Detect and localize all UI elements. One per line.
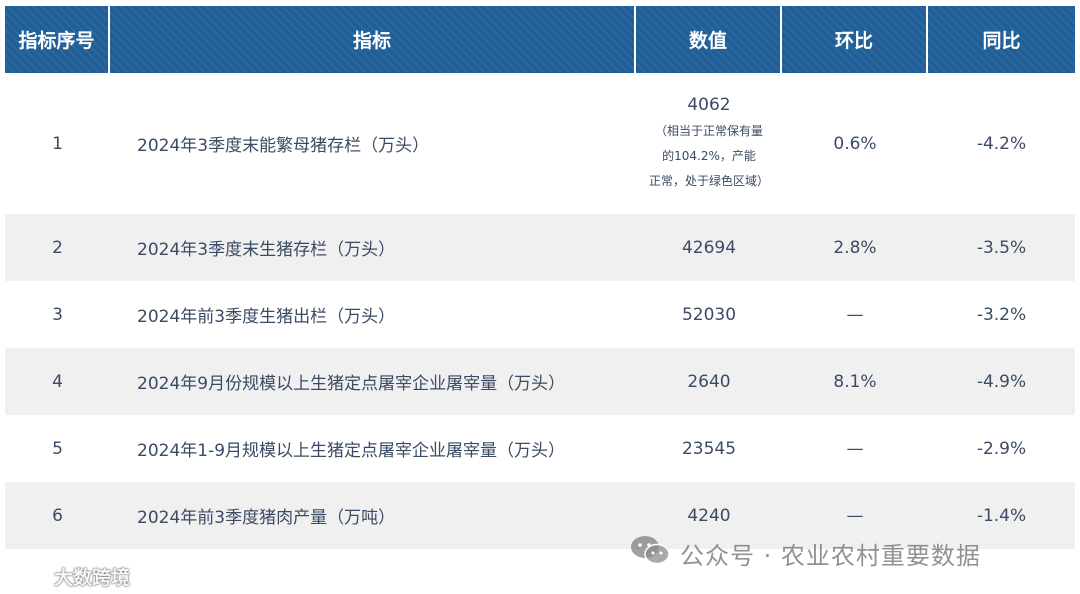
row-mom: 8.1% xyxy=(782,348,928,415)
row-index: 4 xyxy=(5,348,110,415)
row-index: 5 xyxy=(52,438,63,459)
row-index: 6 xyxy=(5,482,110,549)
header-indicator: 指标 xyxy=(110,6,636,73)
row-value: 23545 xyxy=(681,438,737,459)
row-indicator: 2024年3季度末能繁母猪存栏（万头） xyxy=(137,136,430,156)
row-indicator: 2024年前3季度生猪出栏（万头） xyxy=(137,307,396,327)
row-indicator: 2024年1-9月规模以上生猪定点屠宰企业屠宰量（万头） xyxy=(137,441,566,461)
wechat-icon xyxy=(628,533,672,573)
account-watermark: 公众号 · 农业农村重要数据 xyxy=(628,533,981,573)
header-value: 数值 xyxy=(636,6,782,73)
value-number: 4062 xyxy=(687,95,731,115)
row-yoy: -3.5% xyxy=(928,214,1075,281)
row-indicator: 2024年前3季度猪肉产量（万吨） xyxy=(110,482,636,549)
value-note: （相当于正常保有量 的104.2%，产能 正常，处于绿色区域） xyxy=(648,124,769,188)
row-value: 4062 （相当于正常保有量 的104.2%，产能 正常，处于绿色区域） xyxy=(636,73,782,214)
account-watermark-text: 公众号 · 农业农村重要数据 xyxy=(680,541,981,570)
row-yoy: -2.9% xyxy=(976,438,1027,459)
row-index: 2 xyxy=(5,214,110,281)
row-yoy: -3.2% xyxy=(976,304,1027,325)
row-value: 42694 xyxy=(636,214,782,281)
row-yoy: -4.2% xyxy=(976,133,1027,154)
table-row: 1 2024年3季度末能繁母猪存栏（万头） 4062 （相当于正常保有量 的104… xyxy=(5,73,1075,214)
brand-watermark: 大数跨境 xyxy=(10,562,130,591)
row-indicator: 2024年9月份规模以上生猪定点屠宰企业屠宰量（万头） xyxy=(110,348,636,415)
brand-logo-icon xyxy=(10,562,50,591)
row-index: 3 xyxy=(52,304,63,325)
row-value: 2640 xyxy=(636,348,782,415)
indicator-table: 指标序号 指标 数值 环比 同比 1 2024年3季度末能繁母猪存栏（万头） 4… xyxy=(5,6,1075,549)
row-mom: 0.6% xyxy=(833,133,877,154)
row-mom: 2.8% xyxy=(782,214,928,281)
row-index: 1 xyxy=(52,133,63,154)
table-row: 5 2024年1-9月规模以上生猪定点屠宰企业屠宰量（万头） 23545 — -… xyxy=(5,415,1075,482)
table-row: 4 2024年9月份规模以上生猪定点屠宰企业屠宰量（万头） 2640 8.1% … xyxy=(5,348,1075,415)
row-mom: — xyxy=(846,304,864,325)
row-yoy: -4.9% xyxy=(928,348,1075,415)
header-yoy: 同比 xyxy=(928,6,1075,73)
brand-watermark-text: 大数跨境 xyxy=(54,567,131,589)
table-row: 2 2024年3季度末生猪存栏（万头） 42694 2.8% -3.5% xyxy=(5,214,1075,281)
header-mom: 环比 xyxy=(782,6,928,73)
header-index: 指标序号 xyxy=(5,6,110,73)
row-value: 52030 xyxy=(681,304,737,325)
table-row: 3 2024年前3季度生猪出栏（万头） 52030 — -3.2% xyxy=(5,281,1075,348)
row-indicator: 2024年3季度末生猪存栏（万头） xyxy=(110,214,636,281)
row-mom: — xyxy=(846,438,864,459)
header-row: 指标序号 指标 数值 环比 同比 xyxy=(5,6,1075,73)
